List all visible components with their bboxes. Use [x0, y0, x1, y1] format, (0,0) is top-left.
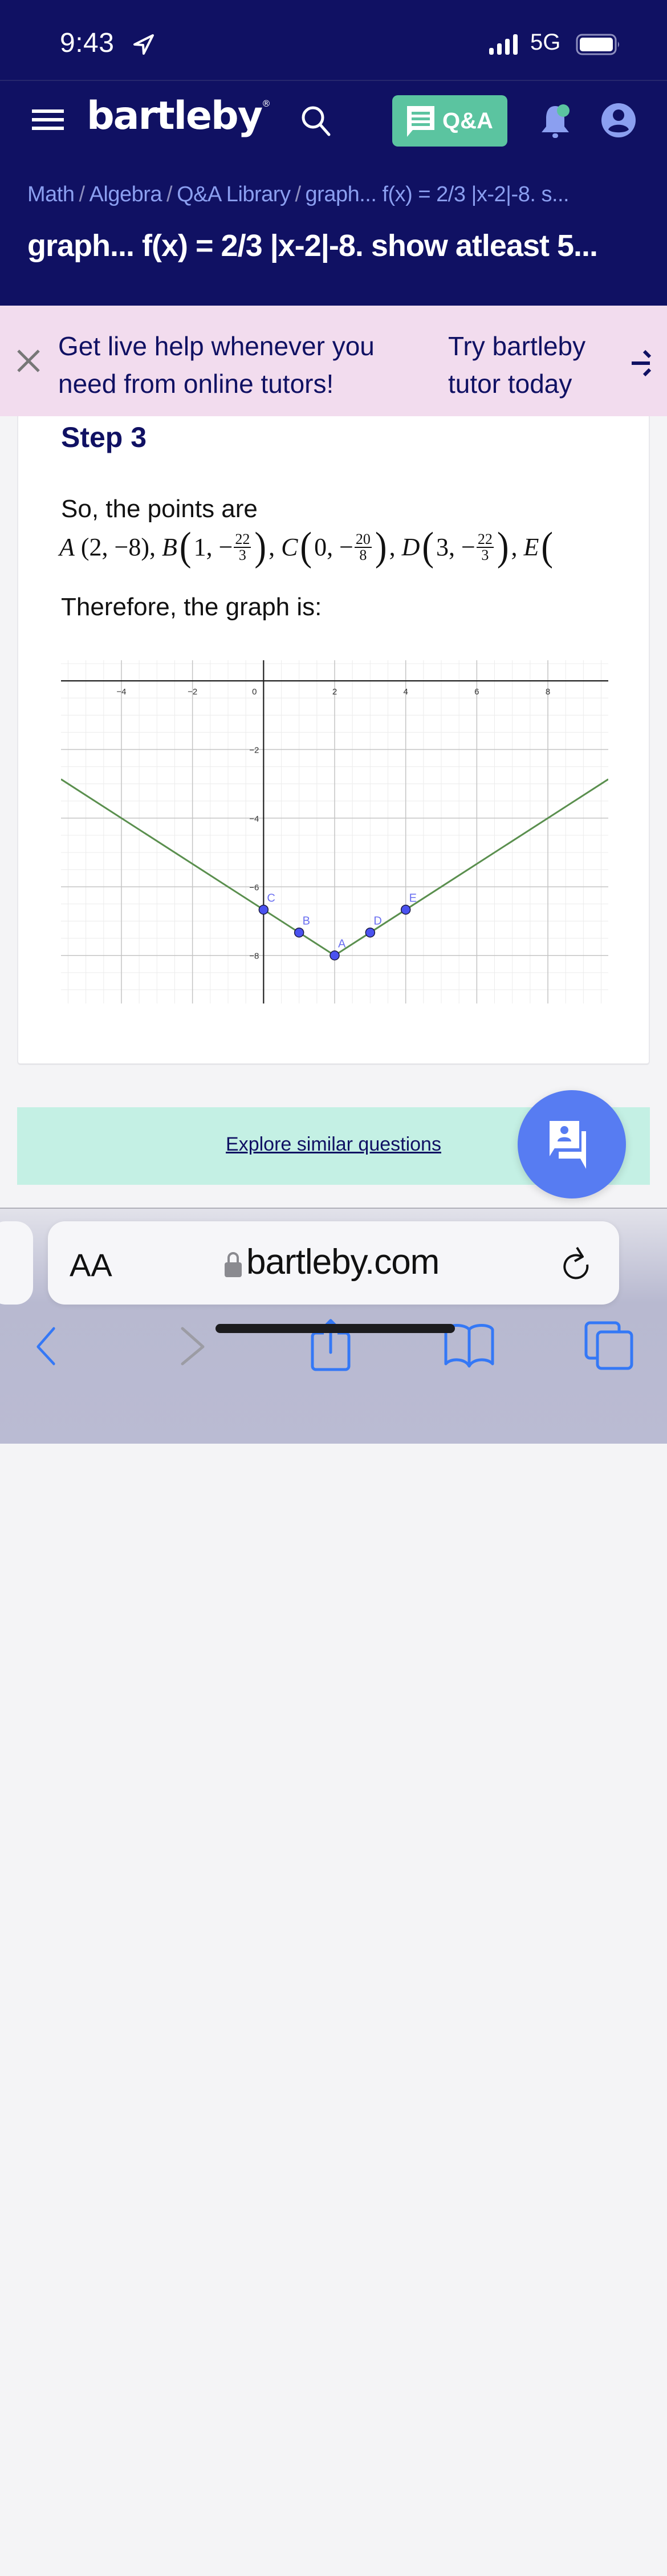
signal-bars-icon [489, 34, 518, 55]
points-intro: So, the points are [61, 495, 258, 523]
fraction: 22 3 [476, 530, 494, 563]
x-tick-label: 4 [404, 687, 408, 697]
tutor-chat-button[interactable] [518, 1090, 626, 1198]
fraction-denominator: 8 [359, 546, 367, 563]
y-tick-label: −4 [249, 814, 259, 824]
breadcrumb-qa-library[interactable]: Q&A Library [177, 182, 291, 206]
point-a [330, 950, 340, 961]
point-label-a: A [338, 938, 346, 950]
back-button[interactable] [34, 1326, 60, 1366]
point-label-c: C [281, 533, 298, 561]
breadcrumb: Math / Algebra / Q&A Library / graph... f(x) =… [27, 182, 570, 207]
tutor-chat-icon [550, 1121, 586, 1169]
x-tick-label: 6 [474, 687, 479, 697]
chat-icon [407, 106, 434, 137]
y-tick-label: −6 [249, 883, 259, 892]
promo-cta-line-2: tutor today [448, 369, 572, 399]
search-icon[interactable] [299, 104, 334, 138]
point-c [258, 904, 269, 915]
point-label-d: D [373, 915, 381, 928]
fraction: 22 3 [234, 530, 251, 563]
arrow-right-icon[interactable] [632, 349, 667, 377]
status-bar: 9:43 5G [0, 0, 667, 80]
y-tick-label: −2 [249, 746, 259, 755]
location-arrow-icon [133, 34, 154, 55]
points-expression: A (2, −8), B(1, −22 3), C(0, −20 8), D(3, … [59, 524, 554, 570]
point-label-e: E [523, 533, 539, 561]
lock-icon [225, 1252, 242, 1277]
point-c-x: 0 [314, 533, 327, 561]
menu-icon[interactable] [32, 109, 64, 132]
point-a-x: 2 [89, 533, 102, 561]
close-icon[interactable] [16, 348, 41, 373]
step-title: Step 3 [61, 421, 147, 453]
promo-cta-line-1: Try bartleby [448, 331, 586, 361]
promo-message: Get live help whenever you need from onl… [58, 327, 375, 403]
page-title: graph... f(x) = 2/3 |x-2|-8. show atleas… [27, 229, 598, 263]
fraction-numerator: 20 [354, 530, 372, 548]
x-tick-label: −2 [188, 687, 197, 697]
x-tick-label: 8 [546, 687, 550, 697]
bell-icon[interactable] [538, 103, 572, 140]
function-graph: −4 −2 0 2 4 6 8 −2 −4 −6 −8 A B C D E [61, 660, 608, 1003]
y-tick-label: −8 [249, 952, 259, 961]
fraction-denominator: 3 [481, 546, 489, 563]
point-label-c: C [267, 892, 275, 904]
breadcrumb-math[interactable]: Math [27, 182, 75, 206]
logo-text: bartleby [87, 94, 263, 139]
breadcrumb-separator: / [79, 182, 85, 206]
promo-cta-link[interactable]: Try bartleby tutor today [448, 327, 585, 403]
tutor-promo-banner: Get live help whenever you need from onl… [0, 306, 667, 416]
fraction-numerator: 22 [476, 530, 494, 548]
qa-button[interactable]: Q&A [392, 95, 507, 147]
point-b-x: 1 [193, 533, 206, 561]
previous-tab-preview[interactable] [0, 1221, 33, 1305]
bartleby-logo[interactable]: bartleby® [87, 94, 271, 139]
network-type: 5G [530, 30, 561, 55]
graph-intro: Therefore, the graph is: [61, 593, 322, 621]
tick-labels: −4 −2 0 2 4 6 8 −2 −4 −6 −8 [116, 687, 550, 961]
promo-line-1: Get live help whenever you [58, 331, 375, 361]
text-size-button[interactable]: AA [70, 1246, 112, 1283]
x-tick-label: 2 [332, 687, 337, 697]
promo-line-2: need from online tutors! [58, 369, 334, 399]
tabs-icon[interactable] [584, 1320, 635, 1372]
qa-label: Q&A [442, 108, 493, 133]
fraction-denominator: 3 [238, 546, 246, 563]
forward-button[interactable] [180, 1326, 206, 1366]
url-text[interactable]: bartleby.com [246, 1242, 440, 1282]
back-icon[interactable] [35, 2536, 62, 2576]
breadcrumb-separator: / [295, 182, 301, 206]
x-tick-label: −4 [116, 687, 126, 697]
breadcrumb-current: graph... f(x) = 2/3 |x-2|-8. s... [305, 182, 570, 206]
point-b [294, 927, 304, 938]
point-label-b: B [303, 915, 310, 928]
breadcrumb-algebra[interactable]: Algebra [90, 182, 162, 206]
user-icon[interactable] [601, 103, 636, 138]
site-header: bartleby® Q&A [0, 80, 667, 160]
breadcrumb-separator: / [166, 182, 173, 206]
home-indicator[interactable] [215, 1324, 455, 1333]
registered-mark: ® [262, 98, 271, 109]
fraction: 20 8 [354, 530, 372, 563]
point-a-y: −8 [114, 533, 141, 561]
solution-card: Step 3 So, the points are A (2, −8), B(1… [17, 416, 650, 1065]
x-tick-label: 0 [252, 687, 257, 697]
reload-icon[interactable] [561, 1244, 595, 1284]
battery-icon [576, 34, 619, 55]
point-d [365, 927, 376, 938]
point-label-d: D [401, 533, 420, 561]
point-label-e: E [409, 892, 417, 904]
point-e [400, 904, 411, 915]
point-label-b: B [162, 533, 177, 561]
point-label-a: A [59, 533, 75, 561]
point-d-x: 3 [436, 533, 449, 561]
data-points: A B C D E [258, 892, 417, 961]
status-time: 9:43 [60, 28, 115, 58]
fraction-numerator: 22 [234, 530, 251, 548]
address-bar[interactable]: AA bartleby.com [48, 1221, 619, 1305]
question-title-area: Math / Algebra / Q&A Library / graph... f(x) =… [0, 160, 667, 306]
